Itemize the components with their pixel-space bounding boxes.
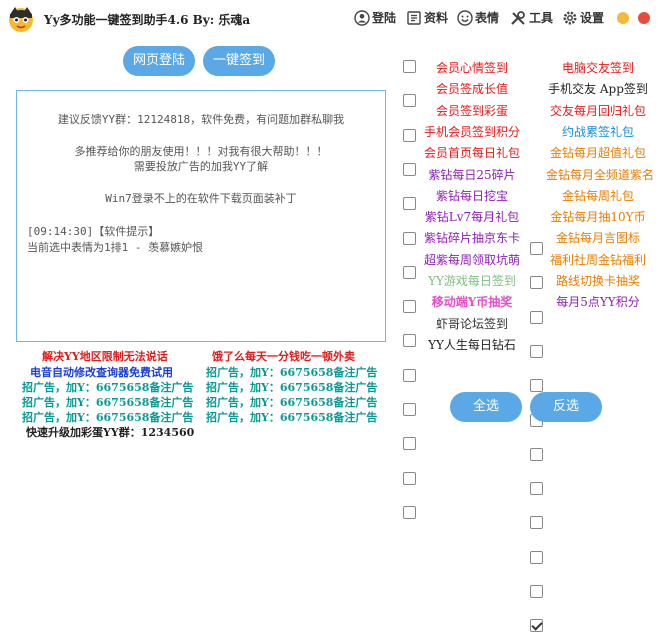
task-checkbox[interactable] [403,437,416,451]
task-label[interactable]: 虾哥论坛签到 [418,315,526,332]
task-checkbox[interactable] [530,482,543,496]
task-checkbox[interactable] [403,231,416,245]
task-checkbox[interactable] [530,516,543,530]
ad-link[interactable]: 招广告，加Y：6675658备注广告 [22,394,193,410]
task-checkbox[interactable] [403,505,416,519]
task-checkbox[interactable] [403,94,416,108]
log-line: [09:14:30]【软件提示】 [27,225,160,238]
task-label[interactable]: 紫钻Lv7每月礼包 [418,208,526,225]
task-label[interactable]: 紫钻每日25碎片 [418,166,526,183]
task-label[interactable]: 约战累签礼包 [546,123,650,140]
task-checkbox[interactable] [403,162,416,176]
invert-selection-button[interactable]: 反选 [530,392,602,422]
toolbar-emoji-button[interactable]: 表情 [457,9,499,26]
task-checkbox[interactable] [403,368,416,382]
log-line: 当前选中表情为1排1 - 羡慕嫉妒恨 [27,241,204,254]
task-label[interactable]: 移动端Y币抽奖 [418,293,526,310]
task-label[interactable]: 金钻每月言图标 [546,229,650,246]
app-logo [6,4,36,34]
ad-link[interactable]: 招广告，加Y：6675658备注广告 [206,379,377,395]
toolbar-tools-label: 工具 [529,11,554,25]
task-label[interactable]: YY游戏每日签到 [418,272,526,289]
wrench-icon [510,10,527,26]
task-label[interactable]: 会员心情签到 [418,59,526,76]
ad-link[interactable]: 电音自动修改查询器免费试用 [30,364,173,380]
document-icon [406,10,422,26]
task-checkbox[interactable] [530,310,543,324]
close-button[interactable] [638,12,650,24]
log-line: 需要投放广告的加我YY了解 [133,160,269,173]
smiley-icon [457,9,473,26]
task-label[interactable]: 路线切换卡抽奖 [546,272,650,289]
task-label[interactable]: 紫钻每日挖宝 [418,187,526,204]
web-login-button[interactable]: 网页登陆 [123,46,195,76]
toolbar-data-label: 资料 [424,11,449,25]
task-label[interactable]: 手机交友 App签到 [546,80,650,97]
task-checkbox[interactable] [403,128,416,142]
task-label[interactable]: 每月5点YY积分 [546,293,650,310]
task-checkbox[interactable] [403,265,416,279]
task-checkbox[interactable] [530,585,543,598]
ad-link[interactable]: 饿了么每天一分钱吃一顿外卖 [212,348,355,364]
ad-link[interactable]: 招广告，加Y：6675658备注广告 [206,409,377,425]
task-label[interactable]: 交友每月回归礼包 [546,102,650,119]
toolbar-settings-label: 设置 [580,11,605,25]
window-title: Yy多功能一键签到助手4.6 By: 乐魂a [44,13,251,27]
ad-link[interactable]: 招广告，加Y：6675658备注广告 [206,394,377,410]
select-all-button[interactable]: 全选 [450,392,522,422]
task-checkbox[interactable] [403,300,416,314]
task-label[interactable]: 紫钻碎片抽京东卡 [418,229,526,246]
ad-link[interactable]: 招广告，加Y：6675658备注广告 [22,379,193,395]
task-label[interactable]: 会员签到彩蛋 [418,102,526,119]
toolbar-emoji-label: 表情 [475,11,500,25]
task-checkbox[interactable] [530,379,543,393]
one-click-sign-button[interactable]: 一键签到 [203,46,275,76]
log-line: Win7登录不上的在软件下载页面装补丁 [105,192,297,205]
task-checkbox[interactable] [403,197,416,211]
log-line: 多推荐给你的朋友使用！！！对我有很大帮助！！！ [74,145,328,158]
task-label[interactable]: 电脑交友签到 [546,59,650,76]
task-checkbox[interactable] [530,276,543,290]
task-label[interactable]: 金钻每月超值礼包 [546,144,650,161]
task-checkbox[interactable] [530,550,543,564]
task-label[interactable]: 金钻每周礼包 [546,187,650,204]
task-label[interactable]: 超紫每周领取坑萌 [418,251,526,268]
task-label[interactable]: 金钻每月抽10Y币 [546,208,650,225]
task-label[interactable]: 金钻每月全频道紫名 [546,166,654,183]
toolbar-data-button[interactable]: 资料 [406,9,448,26]
task-checkbox[interactable] [403,60,416,73]
log-panel[interactable]: 建议反馈YY群：12124818，软件免费，有问题加群私聊我 多推荐给你的朋友使… [16,90,386,342]
task-checkbox[interactable] [403,334,416,348]
task-checkbox[interactable] [403,471,416,485]
toolbar-login-button[interactable]: 登陆 [354,9,396,26]
ad-link[interactable]: 解决YY地区限制无法说话 [42,348,168,364]
toolbar-login-label: 登陆 [372,11,397,25]
gear-icon [562,10,578,26]
task-label[interactable]: 会员签成长值 [418,80,526,97]
log-line: 建议反馈YY群：12124818，软件免费，有问题加群私聊我 [57,113,345,126]
user-icon [354,9,370,26]
task-checkbox[interactable] [530,242,543,255]
task-checkbox[interactable] [530,344,543,358]
task-label[interactable]: YY人生每日钻石 [418,336,526,353]
minimize-button[interactable] [617,12,629,24]
ad-link[interactable]: 招广告，加Y：6675658备注广告 [206,364,377,380]
task-checkbox[interactable] [403,403,416,416]
toolbar-tools-button[interactable]: 工具 [510,9,553,26]
task-label[interactable]: 手机会员签到积分 [418,123,526,140]
task-checkbox[interactable] [530,619,543,632]
task-checkbox[interactable] [530,447,543,461]
ad-link[interactable]: 招广告，加Y：6675658备注广告 [22,409,193,425]
task-label[interactable]: 福利社周金钻福利 [546,251,650,268]
task-label[interactable]: 会员首页每日礼包 [418,144,526,161]
toolbar-settings-button[interactable]: 设置 [562,9,604,26]
ad-link[interactable]: 快速升级加彩蛋YY群：1234560 [26,424,194,440]
